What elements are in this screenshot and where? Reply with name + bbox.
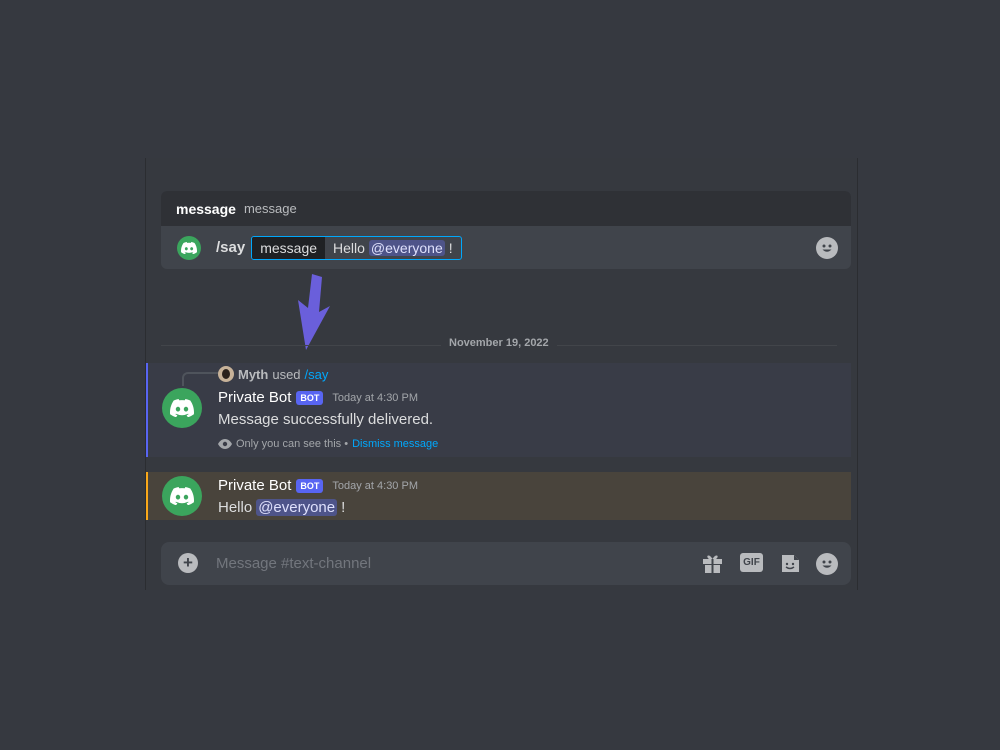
- param-value[interactable]: Hello @everyone !: [325, 239, 461, 256]
- arrow-down-icon: [298, 274, 330, 350]
- bot-tag: BOT: [296, 478, 324, 493]
- discord-icon: [177, 235, 201, 260]
- param-value-suffix: !: [448, 239, 453, 256]
- username[interactable]: Private Bot: [218, 389, 291, 406]
- reply-command[interactable]: /say: [305, 367, 329, 382]
- command-name: /say: [216, 239, 246, 256]
- message-composer[interactable]: + Message #text-channel GIF: [161, 542, 851, 585]
- timestamp: Today at 4:30 PM: [332, 391, 418, 404]
- sticker-icon[interactable]: [780, 553, 801, 574]
- add-icon[interactable]: +: [178, 553, 198, 573]
- message-public: Private Bot BOT Today at 4:30 PM Hello @…: [146, 472, 851, 520]
- command-input-row[interactable]: /say message Hello @everyone !: [161, 226, 851, 269]
- user-avatar: [218, 366, 234, 382]
- timestamp: Today at 4:30 PM: [332, 479, 418, 492]
- bot-tag: BOT: [296, 390, 324, 405]
- message-text: Hello @everyone !: [218, 499, 345, 516]
- param-value-prefix: Hello: [333, 239, 365, 256]
- reply-context[interactable]: Myth used /say: [218, 366, 328, 382]
- bot-avatar[interactable]: [162, 476, 202, 516]
- discord-icon: [170, 487, 194, 505]
- message-ephemeral: Myth used /say Private Bot BOT Today at …: [146, 363, 851, 457]
- ephemeral-text: Only you can see this •: [236, 438, 349, 450]
- message-text-prefix: Hello: [218, 499, 253, 516]
- param-box[interactable]: message Hello @everyone !: [251, 235, 462, 260]
- option-description: message: [243, 201, 297, 216]
- reply-used-text: used: [272, 366, 301, 382]
- mention: @everyone: [368, 239, 445, 256]
- param-name: message: [252, 236, 326, 259]
- message-input[interactable]: Message #text-channel: [216, 555, 371, 572]
- bot-avatar[interactable]: [162, 388, 202, 428]
- reply-connector: [182, 372, 220, 386]
- command-autocomplete: message message /say message Hello @ever…: [161, 191, 851, 269]
- option-header[interactable]: message message: [161, 191, 851, 226]
- message-text-suffix: !: [341, 499, 346, 516]
- message-header: Private Bot BOT Today at 4:30 PM: [218, 477, 418, 494]
- emoji-icon[interactable]: [816, 237, 838, 259]
- message-header: Private Bot BOT Today at 4:30 PM: [218, 389, 418, 406]
- reply-username: Myth: [238, 366, 269, 382]
- discord-icon: [170, 399, 194, 417]
- dismiss-message-link[interactable]: Dismiss message: [352, 438, 438, 450]
- ephemeral-notice: Only you can see this • Dismiss message: [218, 438, 438, 450]
- eye-icon: [218, 439, 232, 449]
- gift-icon[interactable]: [702, 553, 723, 574]
- option-name: message: [176, 200, 236, 217]
- date-divider: November 19, 2022: [441, 337, 557, 349]
- emoji-icon[interactable]: [816, 553, 838, 575]
- mention[interactable]: @everyone: [256, 499, 338, 516]
- message-text: Message successfully delivered.: [218, 411, 434, 428]
- username[interactable]: Private Bot: [218, 477, 291, 494]
- gif-icon[interactable]: GIF: [740, 553, 763, 572]
